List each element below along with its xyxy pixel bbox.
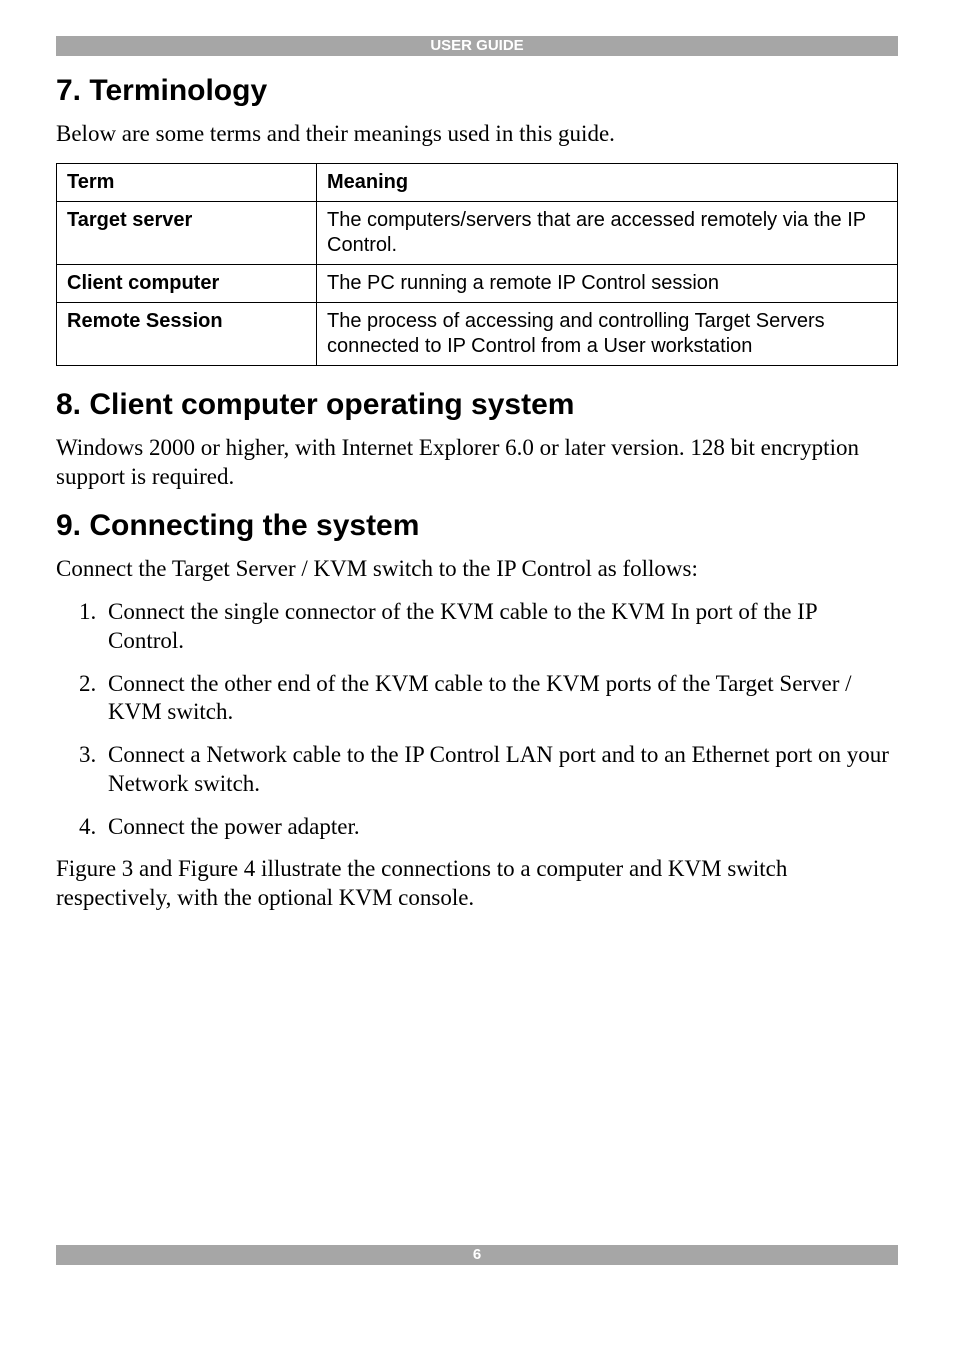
meaning-cell: The computers/servers that are accessed … bbox=[317, 201, 898, 264]
list-item: Connect the single connector of the KVM … bbox=[102, 598, 898, 656]
terminology-table: Term Meaning Target server The computers… bbox=[56, 163, 898, 366]
section-8-body: Windows 2000 or higher, with Internet Ex… bbox=[56, 434, 898, 492]
table-header-meaning: Meaning bbox=[317, 163, 898, 201]
list-item: Connect the power adapter. bbox=[102, 813, 898, 842]
section-9-heading: 9. Connecting the system bbox=[56, 509, 898, 543]
footer-banner: 6 bbox=[56, 1245, 898, 1265]
section-7-heading: 7. Terminology bbox=[56, 74, 898, 108]
meaning-cell: The process of accessing and controlling… bbox=[317, 302, 898, 365]
section-7-intro: Below are some terms and their meanings … bbox=[56, 120, 898, 149]
section-9-intro: Connect the Target Server / KVM switch t… bbox=[56, 555, 898, 584]
table-header-row: Term Meaning bbox=[57, 163, 898, 201]
table-row: Client computer The PC running a remote … bbox=[57, 264, 898, 302]
section-8-heading: 8. Client computer operating system bbox=[56, 388, 898, 422]
term-cell: Client computer bbox=[57, 264, 317, 302]
meaning-cell: The PC running a remote IP Control sessi… bbox=[317, 264, 898, 302]
table-row: Remote Session The process of accessing … bbox=[57, 302, 898, 365]
list-item: Connect the other end of the KVM cable t… bbox=[102, 670, 898, 728]
term-cell: Target server bbox=[57, 201, 317, 264]
page-content: USER GUIDE 7. Terminology Below are some… bbox=[0, 0, 954, 913]
list-item: Connect a Network cable to the IP Contro… bbox=[102, 741, 898, 799]
section-9-outro: Figure 3 and Figure 4 illustrate the con… bbox=[56, 855, 898, 913]
table-header-term: Term bbox=[57, 163, 317, 201]
header-banner: USER GUIDE bbox=[56, 36, 898, 56]
connection-steps-list: Connect the single connector of the KVM … bbox=[56, 598, 898, 841]
term-cell: Remote Session bbox=[57, 302, 317, 365]
table-row: Target server The computers/servers that… bbox=[57, 201, 898, 264]
